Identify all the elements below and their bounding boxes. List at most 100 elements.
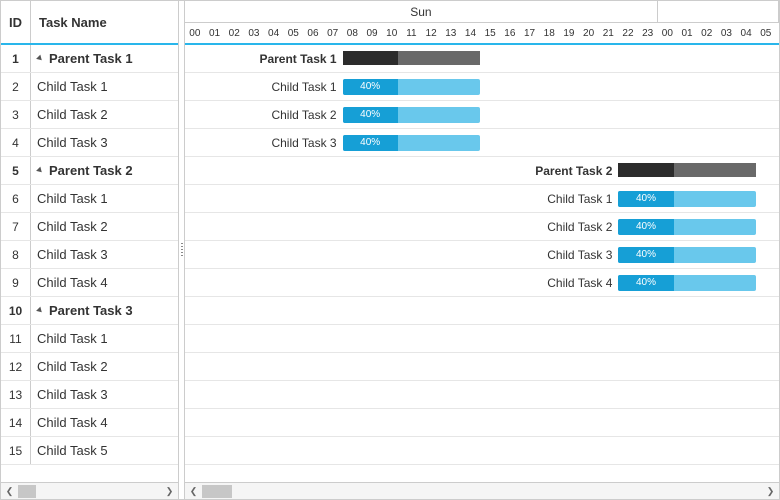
taskbar-progress[interactable]: 40% (618, 191, 673, 207)
scroll-right-icon[interactable]: ❯ (762, 484, 779, 499)
timeline-row[interactable]: Parent Task 1 (185, 45, 779, 73)
task-row-child[interactable]: 12Child Task 2 (1, 353, 178, 381)
column-header-name[interactable]: Task Name (31, 1, 178, 43)
timeline-body[interactable]: Parent Task 1Child Task 140%Child Task 2… (185, 45, 779, 482)
taskbar-progress[interactable]: 40% (343, 79, 398, 95)
task-name-cell[interactable]: Parent Task 2 (31, 163, 178, 178)
child-taskbar[interactable]: 40% (343, 135, 481, 151)
child-taskbar[interactable]: 40% (618, 219, 756, 235)
scroll-thumb[interactable] (18, 485, 36, 498)
task-name-cell[interactable]: Parent Task 3 (31, 303, 178, 318)
taskbar-progress[interactable] (618, 163, 673, 177)
task-row-parent[interactable]: 5Parent Task 2 (1, 157, 178, 185)
task-name-cell[interactable]: Child Task 3 (31, 387, 178, 402)
task-name: Child Task 3 (37, 387, 108, 402)
taskbar-progress[interactable]: 40% (618, 219, 673, 235)
timeline-row[interactable]: Child Task 240% (185, 101, 779, 129)
task-row-child[interactable]: 6Child Task 1 (1, 185, 178, 213)
scroll-track[interactable] (202, 484, 762, 499)
task-row-child[interactable]: 11Child Task 1 (1, 325, 178, 353)
timeline-row[interactable]: Child Task 140% (185, 73, 779, 101)
hour-header: 09 (362, 23, 382, 45)
taskbar-progress[interactable]: 40% (618, 275, 673, 291)
task-name-cell[interactable]: Child Task 2 (31, 107, 178, 122)
task-row-child[interactable]: 9Child Task 4 (1, 269, 178, 297)
timeline-row[interactable]: Parent Task 2 (185, 157, 779, 185)
column-header-id[interactable]: ID (1, 1, 31, 43)
timeline-row[interactable] (185, 409, 779, 437)
task-id: 10 (1, 297, 31, 324)
timeline-row[interactable] (185, 325, 779, 353)
child-taskbar[interactable]: 40% (343, 107, 481, 123)
timeline-row[interactable] (185, 353, 779, 381)
task-row-parent[interactable]: 1Parent Task 1 (1, 45, 178, 73)
task-name: Child Task 3 (37, 247, 108, 262)
scroll-left-icon[interactable]: ❮ (1, 484, 18, 499)
task-row-child[interactable]: 14Child Task 4 (1, 409, 178, 437)
task-row-child[interactable]: 8Child Task 3 (1, 241, 178, 269)
child-taskbar[interactable]: 40% (618, 247, 756, 263)
task-row-child[interactable]: 3Child Task 2 (1, 101, 178, 129)
task-grid-body: 1Parent Task 12Child Task 13Child Task 2… (1, 45, 178, 482)
task-name-cell[interactable]: Parent Task 1 (31, 51, 178, 66)
task-name: Child Task 4 (37, 415, 108, 430)
task-row-child[interactable]: 4Child Task 3 (1, 129, 178, 157)
timeline-row[interactable]: Child Task 440% (185, 269, 779, 297)
taskbar-progress[interactable] (343, 51, 398, 65)
hour-header: 11 (402, 23, 422, 45)
task-row-child[interactable]: 2Child Task 1 (1, 73, 178, 101)
scroll-left-icon[interactable]: ❮ (185, 484, 202, 499)
collapse-icon[interactable] (36, 55, 44, 63)
child-taskbar[interactable]: 40% (618, 275, 756, 291)
task-name-cell[interactable]: Child Task 1 (31, 331, 178, 346)
task-id: 1 (1, 45, 31, 72)
timeline-row[interactable] (185, 381, 779, 409)
parent-taskbar[interactable] (618, 163, 756, 177)
task-name-cell[interactable]: Child Task 3 (31, 247, 178, 262)
taskbar-progress[interactable]: 40% (618, 247, 673, 263)
task-name-cell[interactable]: Child Task 2 (31, 219, 178, 234)
scroll-thumb[interactable] (202, 485, 232, 498)
task-name: Parent Task 2 (49, 163, 133, 178)
taskbar-progress[interactable]: 40% (343, 135, 398, 151)
task-row-parent[interactable]: 10Parent Task 3 (1, 297, 178, 325)
task-name-cell[interactable]: Child Task 1 (31, 191, 178, 206)
taskbar-progress[interactable]: 40% (343, 107, 398, 123)
collapse-icon[interactable] (36, 167, 44, 175)
timeline-hour-row: 0001020304050607080910111213141516171819… (185, 23, 779, 45)
child-taskbar[interactable]: 40% (343, 79, 481, 95)
timeline-row[interactable]: Child Task 240% (185, 213, 779, 241)
task-grid-hscrollbar[interactable]: ❮ ❯ (1, 482, 178, 499)
taskbar-label: Child Task 3 (185, 134, 337, 152)
task-id: 9 (1, 269, 31, 296)
timeline-row[interactable]: Child Task 140% (185, 185, 779, 213)
task-row-child[interactable]: 15Child Task 5 (1, 437, 178, 465)
task-name-cell[interactable]: Child Task 5 (31, 443, 178, 458)
task-name-cell[interactable]: Child Task 1 (31, 79, 178, 94)
timeline-row[interactable]: Child Task 3 40% (185, 129, 779, 157)
scroll-right-icon[interactable]: ❯ (161, 484, 178, 499)
task-name-cell[interactable]: Child Task 4 (31, 415, 178, 430)
child-taskbar[interactable]: 40% (618, 191, 756, 207)
task-name: Child Task 1 (37, 191, 108, 206)
timeline-row[interactable] (185, 297, 779, 325)
task-row-child[interactable]: 7Child Task 2 (1, 213, 178, 241)
parent-taskbar[interactable] (343, 51, 481, 65)
scroll-track[interactable] (18, 484, 161, 499)
hour-header: 12 (421, 23, 441, 45)
timeline-row[interactable] (185, 437, 779, 465)
task-name-cell[interactable]: Child Task 4 (31, 275, 178, 290)
task-name-cell[interactable]: Child Task 3 (31, 135, 178, 150)
timeline-row[interactable]: Child Task 340% (185, 241, 779, 269)
task-row-child[interactable]: 13Child Task 3 (1, 381, 178, 409)
splitter-grip-icon (181, 243, 183, 257)
collapse-icon[interactable] (36, 307, 44, 315)
task-id: 4 (1, 129, 31, 156)
task-name: Child Task 2 (37, 219, 108, 234)
timeline-hscrollbar[interactable]: ❮ ❯ (185, 482, 779, 499)
hour-header: 20 (579, 23, 599, 45)
task-grid-panel: ID Task Name 1Parent Task 12Child Task 1… (1, 1, 179, 499)
day-header-next (658, 1, 779, 23)
hour-header: 14 (461, 23, 481, 45)
task-name-cell[interactable]: Child Task 2 (31, 359, 178, 374)
